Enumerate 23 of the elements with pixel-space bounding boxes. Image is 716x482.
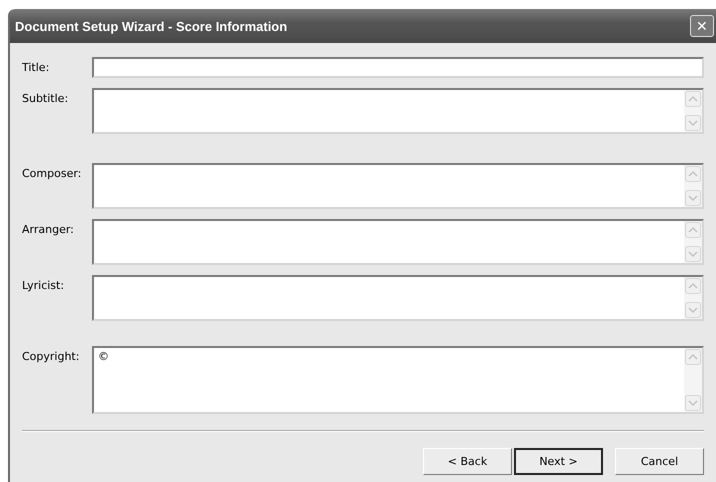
dialog-button[interactable]: < Back <box>423 448 512 475</box>
text-area[interactable]: © <box>92 346 704 414</box>
text-field[interactable] <box>92 57 704 78</box>
field-label: Arranger: <box>22 222 75 236</box>
scrollbar[interactable] <box>684 277 702 319</box>
field-label: Composer: <box>22 166 82 180</box>
field-label: Title: <box>22 60 50 74</box>
text-area[interactable] <box>92 219 704 265</box>
field-label: Subtitle: <box>22 91 70 105</box>
scrollbar[interactable] <box>684 165 702 207</box>
window-title: Document Setup Wizard - Score Information <box>15 18 288 34</box>
field-label: Copyright: <box>22 349 80 363</box>
text-area[interactable] <box>92 88 704 134</box>
text-area[interactable] <box>92 275 704 321</box>
field-value: © <box>97 349 110 365</box>
scrollbar[interactable] <box>684 221 702 263</box>
close-button[interactable]: ✕ <box>690 15 714 37</box>
dialog-button[interactable]: Next > <box>514 448 603 475</box>
text-area[interactable] <box>92 163 704 209</box>
scrollbar[interactable] <box>684 348 702 412</box>
dialog-button[interactable]: Cancel <box>615 448 704 475</box>
field-label: Lyricist: <box>22 278 66 292</box>
scrollbar[interactable] <box>684 90 702 132</box>
